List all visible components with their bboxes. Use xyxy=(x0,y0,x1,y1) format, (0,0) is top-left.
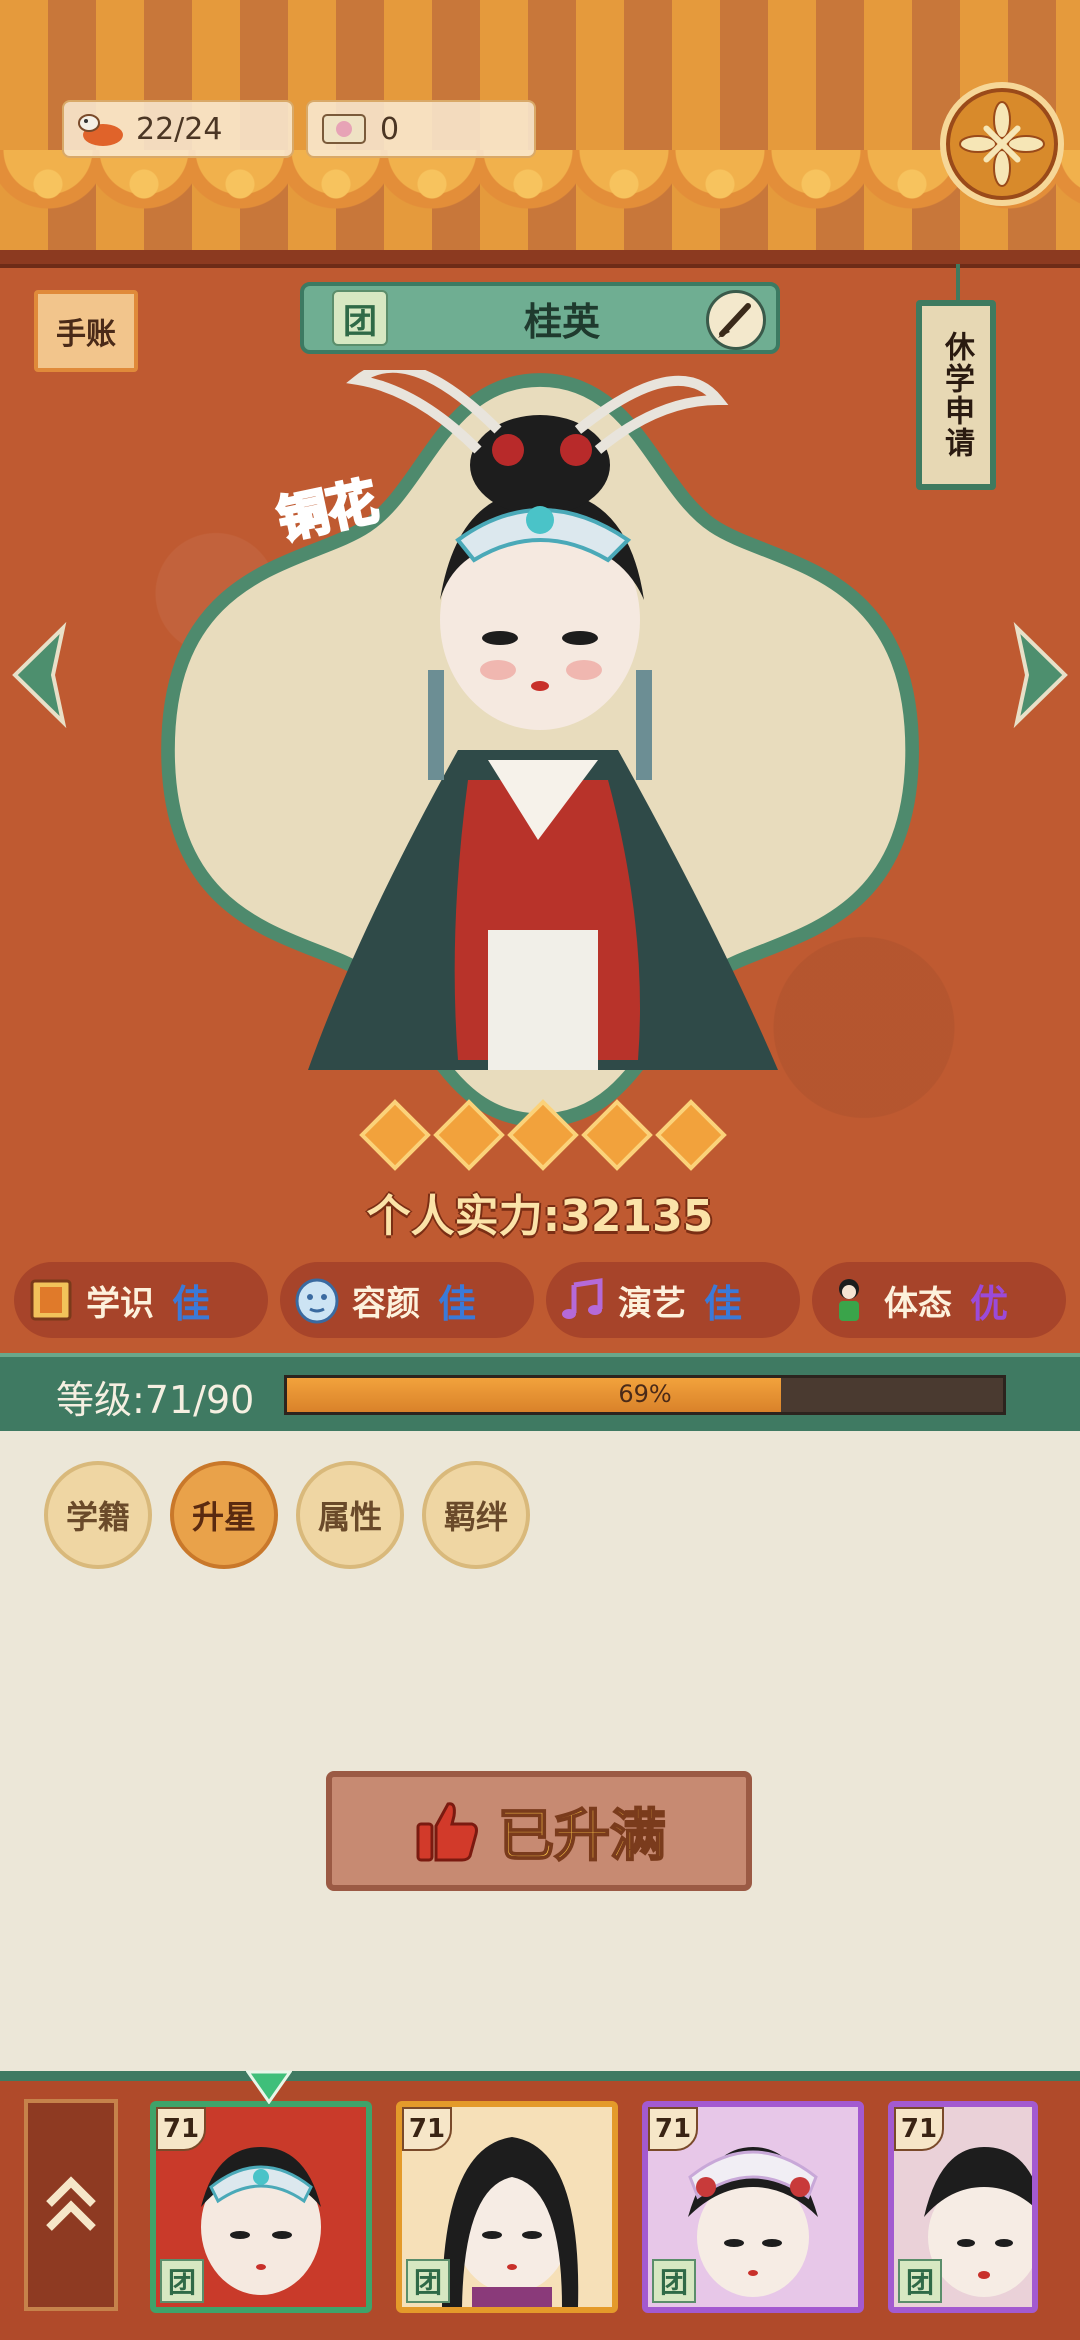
attribute-label: 学识 xyxy=(86,1283,154,1324)
expand-roster-button[interactable] xyxy=(24,2099,118,2311)
attribute-grade: 优 xyxy=(970,1281,1009,1326)
leave-application-button[interactable]: 休学申请 xyxy=(916,264,996,490)
character-name-bar: 团 桂英 xyxy=(300,282,780,354)
prev-character-button[interactable] xyxy=(4,620,76,730)
roster-group-badge: 团 xyxy=(652,2259,696,2303)
maxed-button[interactable]: 已升满 xyxy=(326,1771,752,1891)
attribute-grade: 佳 xyxy=(172,1281,211,1326)
roster-level: 71 xyxy=(402,2107,452,2151)
stamina-icon xyxy=(72,107,128,151)
face-mask-icon xyxy=(290,1273,344,1327)
close-button[interactable] xyxy=(940,82,1064,206)
attribute-label: 演艺 xyxy=(618,1283,686,1324)
roster-group-badge: 团 xyxy=(406,2259,450,2303)
banner-edge xyxy=(0,250,1080,268)
tab-star-up[interactable]: 升星 xyxy=(170,1461,278,1569)
star-icon xyxy=(433,1099,505,1171)
ticket-value: 0 xyxy=(380,111,400,147)
star-icon xyxy=(359,1099,431,1171)
personal-power: 个人实力:32135 xyxy=(366,1191,714,1242)
group-badge: 团 xyxy=(332,290,388,346)
music-note-icon xyxy=(556,1273,610,1327)
selected-marker-icon xyxy=(246,2070,292,2104)
star-icon xyxy=(507,1099,579,1171)
ticket-counter[interactable]: 0 xyxy=(306,100,536,158)
star-icon xyxy=(581,1099,653,1171)
attribute-grade: 佳 xyxy=(704,1281,743,1326)
roster-card[interactable]: 71 团 xyxy=(396,2101,618,2313)
chevron-right-icon xyxy=(1013,621,1068,729)
tab-attributes[interactable]: 属性 xyxy=(296,1461,404,1569)
next-character-button[interactable] xyxy=(1004,620,1076,730)
brush-icon xyxy=(718,303,751,338)
rename-button[interactable] xyxy=(706,290,766,350)
tab-bar: 学籍 升星 属性 羁绊 xyxy=(44,1461,530,1569)
book-icon xyxy=(24,1273,78,1327)
thumbs-up-icon xyxy=(416,1802,478,1862)
roster-card[interactable]: 71 团 xyxy=(888,2101,1038,2313)
chevron-left-icon xyxy=(12,621,67,729)
double-chevron-up-icon xyxy=(46,2176,96,2231)
attribute-row: 学识 佳 容颜 佳 演艺 佳 体态 优 xyxy=(14,1262,1066,1338)
attribute-knowledge[interactable]: 学识 佳 xyxy=(14,1262,268,1338)
roster-group-badge: 团 xyxy=(898,2259,942,2303)
attribute-grade: 佳 xyxy=(438,1281,477,1326)
level-text: 等级:71/90 xyxy=(56,1378,255,1422)
maxed-label: 已升满 xyxy=(497,1803,667,1870)
roster-card[interactable]: 71 团 xyxy=(642,2101,864,2313)
figure-icon xyxy=(822,1273,876,1327)
star-icon xyxy=(655,1099,727,1171)
level-bar: 等级:71/90 69% xyxy=(0,1353,1080,1431)
roster-bar: 71 团 71 团 71 团 71 团 xyxy=(0,2071,1080,2340)
stamina-value: 22/24 xyxy=(136,111,223,147)
roster-level: 71 xyxy=(156,2107,206,2151)
attribute-label: 体态 xyxy=(884,1283,952,1324)
banner-scallop-dots xyxy=(0,160,1080,220)
stamina-counter[interactable]: 22/24 xyxy=(62,100,294,158)
level-progress-track: 69% xyxy=(284,1375,1006,1415)
attribute-posture[interactable]: 体态 优 xyxy=(812,1262,1066,1338)
notebook-button[interactable]: 手账 xyxy=(34,290,138,372)
detail-panel: 学籍 升星 属性 羁绊 已升满 xyxy=(0,1431,1080,2071)
attribute-appearance[interactable]: 容颜 佳 xyxy=(280,1262,534,1338)
roster-list: 71 团 71 团 71 团 71 团 xyxy=(150,2101,1038,2313)
tab-bonds[interactable]: 羁绊 xyxy=(422,1461,530,1569)
roster-level: 71 xyxy=(894,2107,944,2151)
attribute-label: 容颜 xyxy=(352,1283,420,1324)
attribute-performance[interactable]: 演艺 佳 xyxy=(546,1262,800,1338)
scroll-ticket-icon xyxy=(316,107,372,151)
close-icon xyxy=(959,101,1045,187)
roster-card[interactable]: 71 团 xyxy=(150,2101,372,2313)
level-progress-label: 69% xyxy=(618,1380,672,1408)
roster-level: 71 xyxy=(648,2107,698,2151)
roster-group-badge: 团 xyxy=(160,2259,204,2303)
star-rating xyxy=(358,1098,728,1172)
tab-enrollment[interactable]: 学籍 xyxy=(44,1461,152,1569)
